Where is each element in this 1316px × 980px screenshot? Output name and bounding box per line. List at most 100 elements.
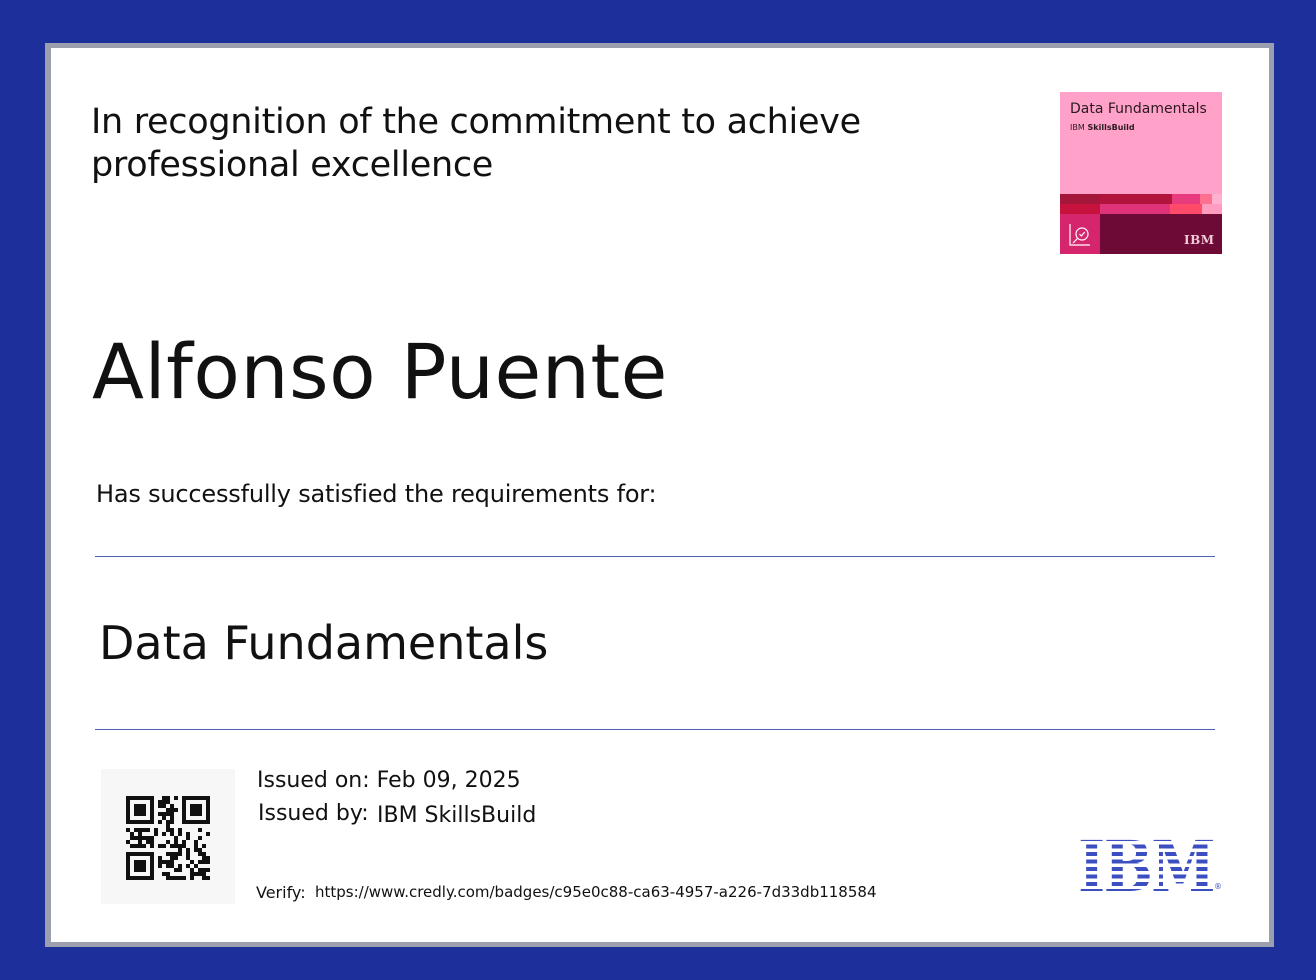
qr-module bbox=[198, 808, 202, 812]
qr-module bbox=[142, 852, 146, 856]
qr-module bbox=[198, 828, 202, 832]
qr-module bbox=[186, 864, 190, 868]
qr-module bbox=[198, 812, 202, 816]
qr-module bbox=[158, 820, 162, 824]
qr-module bbox=[190, 876, 194, 880]
analytics-magnifier-icon bbox=[1069, 224, 1090, 246]
qr-module bbox=[126, 864, 130, 868]
qr-module bbox=[146, 820, 150, 824]
qr-module bbox=[126, 868, 130, 872]
qr-module bbox=[206, 856, 210, 860]
qr-module bbox=[150, 812, 154, 816]
qr-module bbox=[146, 828, 150, 832]
qr-module bbox=[206, 832, 210, 836]
qr-module bbox=[150, 868, 154, 872]
qr-module bbox=[126, 852, 130, 856]
qr-module bbox=[150, 860, 154, 864]
qr-module bbox=[194, 848, 198, 852]
qr-module bbox=[138, 864, 142, 868]
qr-module bbox=[198, 836, 202, 840]
qr-module bbox=[166, 808, 170, 812]
qr-module bbox=[150, 816, 154, 820]
qr-module bbox=[142, 876, 146, 880]
qr-module bbox=[206, 816, 210, 820]
issued-on-row: Issued on: Feb 09, 2025 bbox=[257, 767, 521, 795]
qr-module bbox=[178, 848, 182, 852]
qr-module bbox=[206, 868, 210, 872]
qr-module bbox=[206, 812, 210, 816]
qr-module bbox=[186, 848, 190, 852]
qr-module bbox=[178, 832, 182, 836]
qr-module bbox=[146, 876, 150, 880]
qr-module bbox=[186, 832, 190, 836]
qr-module bbox=[158, 812, 162, 816]
qr-module bbox=[198, 796, 202, 800]
qr-module bbox=[146, 836, 150, 840]
qr-module bbox=[174, 796, 178, 800]
qr-module bbox=[150, 876, 154, 880]
qr-module bbox=[178, 868, 182, 872]
qr-module bbox=[186, 852, 190, 856]
qr-module bbox=[174, 868, 178, 872]
qr-module bbox=[134, 868, 138, 872]
badge-brand-product: SkillsBuild bbox=[1087, 123, 1135, 132]
requirement-text: Has successfully satisfied the requireme… bbox=[96, 480, 657, 508]
qr-module bbox=[142, 860, 146, 864]
qr-module bbox=[162, 844, 166, 848]
qr-module bbox=[150, 864, 154, 868]
qr-module bbox=[142, 808, 146, 812]
qr-module bbox=[142, 804, 146, 808]
qr-module bbox=[150, 872, 154, 876]
qr-module bbox=[150, 796, 154, 800]
qr-module bbox=[126, 800, 130, 804]
qr-module bbox=[138, 812, 142, 816]
qr-module bbox=[134, 852, 138, 856]
verify-link[interactable]: https://www.credly.com/badges/c95e0c88-c… bbox=[315, 882, 876, 902]
bottom-divider bbox=[95, 729, 1215, 730]
qr-code-icon bbox=[126, 796, 210, 880]
qr-module bbox=[142, 796, 146, 800]
qr-module bbox=[134, 860, 138, 864]
qr-module bbox=[142, 864, 146, 868]
qr-module bbox=[158, 800, 162, 804]
qr-module bbox=[190, 868, 194, 872]
issued-on-value: Feb 09, 2025 bbox=[376, 768, 521, 793]
qr-module bbox=[150, 856, 154, 860]
qr-module bbox=[126, 840, 130, 844]
qr-module bbox=[182, 796, 186, 800]
qr-module bbox=[194, 808, 198, 812]
qr-module bbox=[150, 840, 154, 844]
qr-module bbox=[150, 800, 154, 804]
qr-module bbox=[130, 796, 134, 800]
qr-module bbox=[142, 820, 146, 824]
qr-module bbox=[126, 876, 130, 880]
qr-module bbox=[126, 856, 130, 860]
qr-module bbox=[130, 844, 134, 848]
qr-module bbox=[134, 828, 138, 832]
course-badge[interactable]: Data Fundamentals IBM SkillsBuild IBM bbox=[1060, 92, 1222, 254]
qr-module bbox=[206, 876, 210, 880]
qr-module bbox=[170, 864, 174, 868]
qr-module bbox=[194, 864, 198, 868]
verify-label: Verify: bbox=[256, 883, 306, 902]
qr-module bbox=[142, 836, 146, 840]
qr-module bbox=[138, 852, 142, 856]
qr-module bbox=[130, 876, 134, 880]
qr-module bbox=[186, 820, 190, 824]
qr-module bbox=[166, 800, 170, 804]
qr-module bbox=[162, 800, 166, 804]
qr-module bbox=[198, 872, 202, 876]
qr-module bbox=[154, 832, 158, 836]
qr-module bbox=[134, 836, 138, 840]
qr-module bbox=[166, 876, 170, 880]
qr-module bbox=[134, 812, 138, 816]
qr-module bbox=[150, 844, 154, 848]
verification-qr-code[interactable] bbox=[101, 769, 235, 904]
qr-module bbox=[170, 820, 174, 824]
qr-module bbox=[162, 832, 166, 836]
qr-module bbox=[202, 796, 206, 800]
qr-module bbox=[142, 844, 146, 848]
qr-module bbox=[166, 796, 170, 800]
qr-module bbox=[170, 808, 174, 812]
qr-module bbox=[138, 840, 142, 844]
